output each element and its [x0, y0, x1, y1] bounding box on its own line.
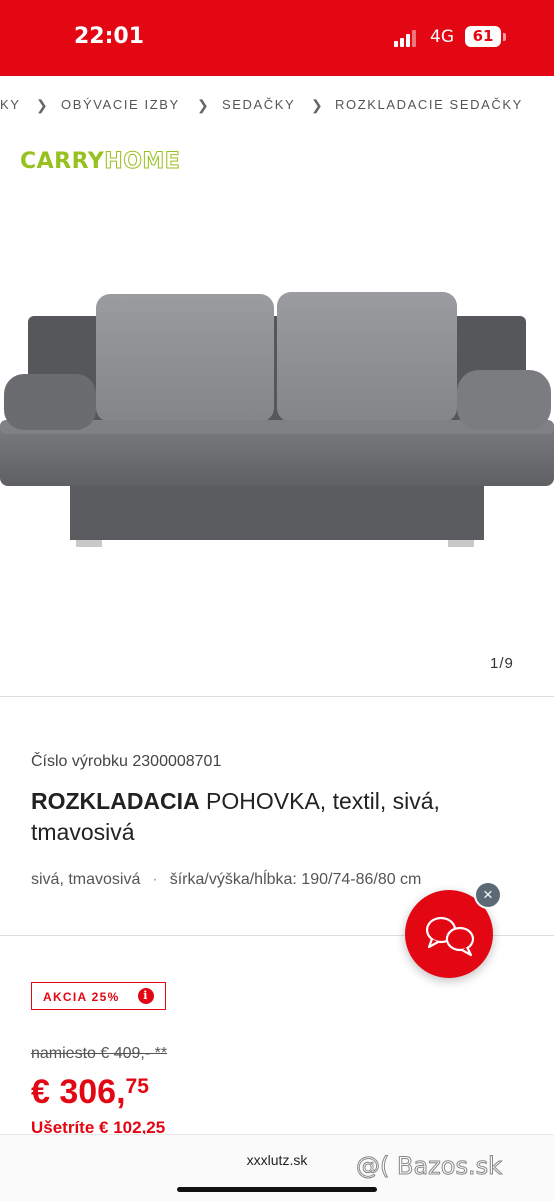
promo-badge[interactable]: AKCIA 25% i	[31, 982, 166, 1010]
product-sku: Číslo výrobku 2300008701	[31, 753, 222, 770]
product-image[interactable]	[0, 290, 554, 550]
cellular-signal-icon	[394, 29, 420, 47]
battery-tip	[503, 33, 506, 41]
close-icon[interactable]: ×	[474, 881, 502, 909]
brand-logo[interactable]: CARRYHOME	[20, 149, 181, 175]
price-main: € 306,	[31, 1073, 126, 1111]
chevron-right-icon: ❯	[36, 97, 50, 113]
current-price: € 306,75	[31, 1073, 149, 1112]
savings-text: Ušetríte € 102,25	[31, 1118, 166, 1134]
product-title-bold: ROZKLADACIA	[31, 788, 200, 814]
watermark: @( Bazos.sk	[356, 1152, 503, 1181]
battery-icon: 61	[465, 26, 501, 47]
gallery-counter: 1/9	[490, 655, 514, 672]
chevron-right-icon: ❯	[311, 97, 325, 113]
status-time: 22:01	[74, 24, 145, 49]
breadcrumb: KY ❯ OBÝVACIE IZBY ❯ SEDAČKY ❯ ROZKLADAC…	[0, 97, 554, 117]
old-price: namiesto € 409,- **	[31, 1045, 168, 1062]
home-indicator[interactable]	[177, 1187, 377, 1192]
network-type: 4G	[430, 27, 454, 47]
product-title: ROZKLADACIA POHOVKA, textil, sivá, tmavo…	[31, 786, 531, 848]
promo-badge-label: AKCIA 25%	[43, 990, 120, 1004]
info-icon[interactable]: i	[138, 988, 154, 1004]
brand-logo-home: HOME	[104, 149, 181, 175]
breadcrumb-item-sofa-beds[interactable]: ROZKLADACIE SEDAČKY	[335, 97, 523, 112]
breadcrumb-item-living-rooms[interactable]: OBÝVACIE IZBY	[61, 97, 180, 112]
product-attributes: sivá, tmavosivá · šírka/výška/hĺbka: 190/7…	[31, 871, 421, 889]
status-bar: 22:01 4G 61	[0, 0, 554, 76]
product-color: sivá, tmavosivá	[31, 871, 141, 888]
breadcrumb-item-home[interactable]: KY	[0, 97, 21, 112]
brand-logo-carry: CARRY	[20, 149, 105, 174]
product-dimensions: šírka/výška/hĺbka: 190/74-86/80 cm	[169, 871, 422, 888]
chevron-right-icon: ❯	[197, 97, 211, 113]
price-cents: 75	[125, 1075, 149, 1098]
breadcrumb-item-sofas[interactable]: SEDAČKY	[222, 97, 295, 112]
separator-dot: ·	[152, 871, 158, 888]
divider	[0, 696, 554, 697]
